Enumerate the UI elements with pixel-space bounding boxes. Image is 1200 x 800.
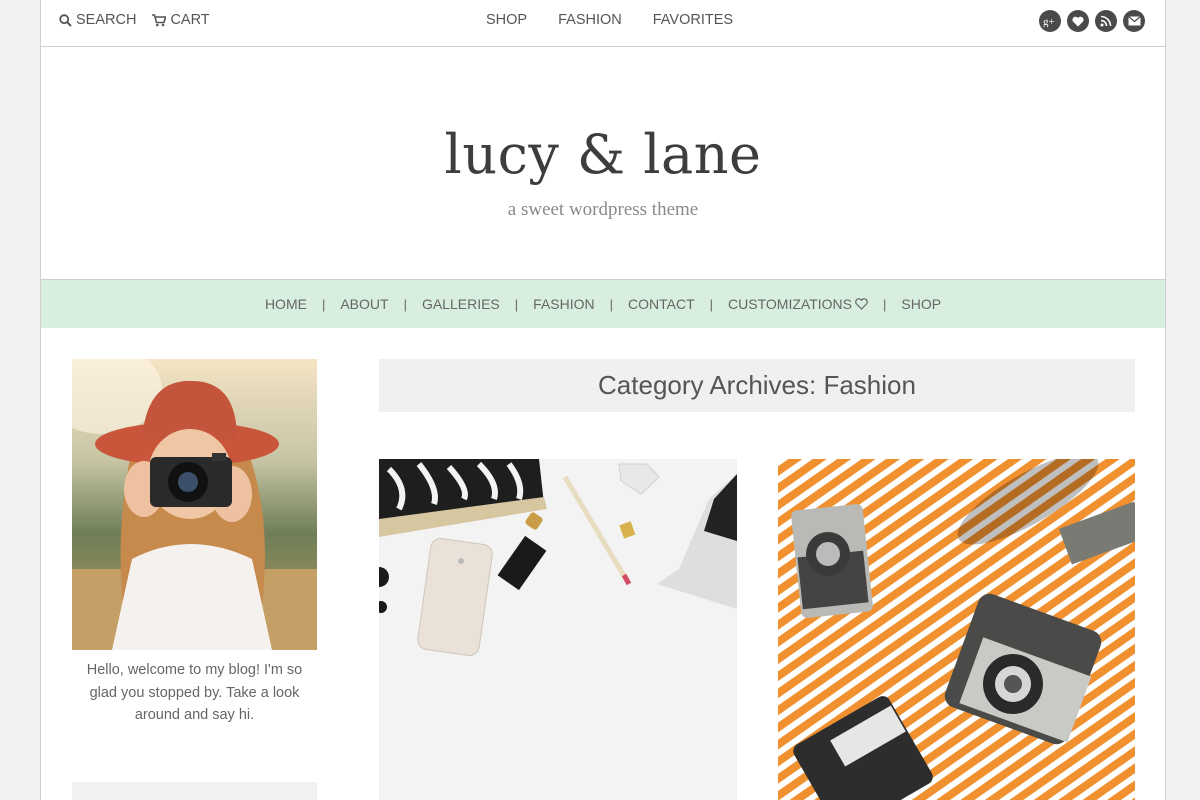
cart-label: CART xyxy=(170,12,210,28)
welcome-text: Hello, welcome to my blog! I'm so glad y… xyxy=(86,662,303,723)
nav-item-contact[interactable]: CONTACT xyxy=(613,296,710,312)
nav-item-customizations-label: CUSTOMIZATIONS xyxy=(728,296,852,312)
email-icon[interactable] xyxy=(1123,10,1145,32)
rss-icon[interactable] xyxy=(1095,10,1117,32)
nav-item-shop[interactable]: SHOP xyxy=(886,296,956,312)
nav-item-fashion[interactable]: FASHION xyxy=(518,296,609,312)
archive-title: Category Archives: Fashion xyxy=(379,359,1135,412)
nav-item-galleries[interactable]: GALLERIES xyxy=(407,296,515,312)
cart-icon xyxy=(152,13,167,26)
author-photo xyxy=(72,359,317,650)
top-nav-shop[interactable]: SHOP xyxy=(486,12,527,28)
nav-item-customizations[interactable]: CUSTOMIZATIONS xyxy=(713,296,883,312)
site-title[interactable]: lucy & lane xyxy=(41,123,1165,186)
bloglovin-heart-icon[interactable] xyxy=(1067,10,1089,32)
search-icon xyxy=(59,13,72,27)
search-link[interactable]: SEARCH xyxy=(59,12,136,28)
site-header: lucy & lane a sweet wordpress theme xyxy=(41,47,1165,280)
top-nav-favorites[interactable]: FAVORITES xyxy=(653,12,733,28)
post-thumbnail[interactable] xyxy=(379,459,737,800)
google-plus-icon[interactable]: g+ xyxy=(1039,10,1061,32)
top-utility-links: SEARCH CART xyxy=(59,12,210,28)
post-thumbnail[interactable] xyxy=(778,459,1135,800)
svg-text:g+: g+ xyxy=(1043,16,1055,27)
social-links: g+ xyxy=(1039,10,1145,32)
top-nav: SHOP FASHION FAVORITES xyxy=(486,12,733,28)
cart-link[interactable]: CART xyxy=(152,12,210,28)
search-label: SEARCH xyxy=(76,12,137,28)
sidebar-widget-box xyxy=(72,782,317,800)
nav-item-home[interactable]: HOME xyxy=(250,296,322,312)
site-tagline: a sweet wordpress theme xyxy=(507,199,699,220)
nav-item-about[interactable]: ABOUT xyxy=(325,296,403,312)
top-bar: SEARCH CART SHOP FASHION FAVORITES g+ xyxy=(41,0,1165,47)
main-nav: HOME | ABOUT | GALLERIES | FASHION | CON… xyxy=(41,280,1165,328)
heart-outline-icon xyxy=(855,298,868,310)
top-nav-fashion[interactable]: FASHION xyxy=(558,12,622,28)
page-container: SEARCH CART SHOP FASHION FAVORITES g+ lu… xyxy=(40,0,1166,800)
